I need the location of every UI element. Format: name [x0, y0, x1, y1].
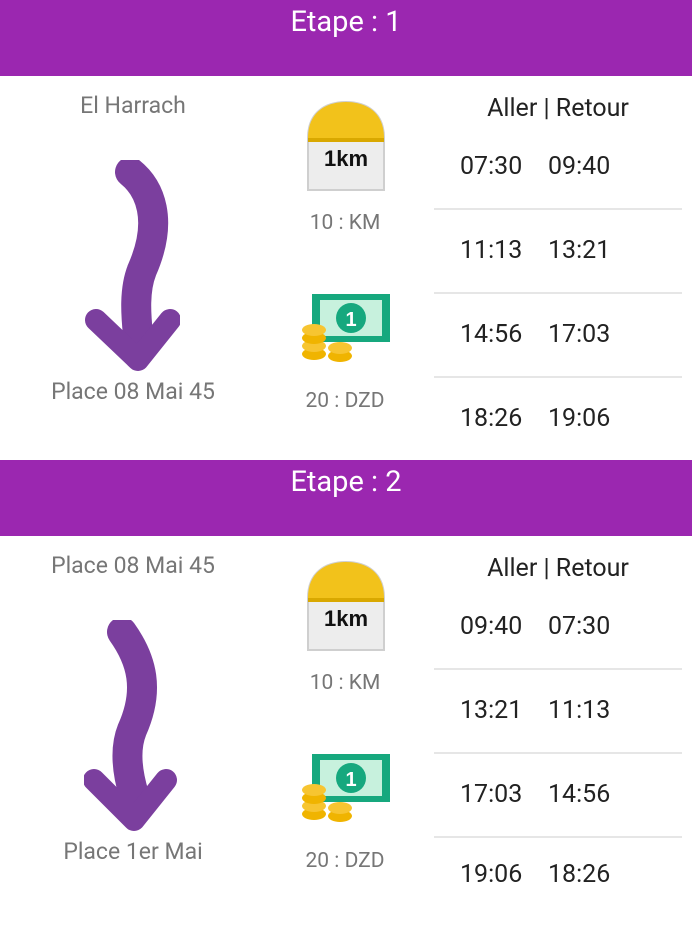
aller-time: 17:03	[460, 780, 523, 809]
stage-card-1: Etape : 1 El Harrach Place 08 Mai 45 1km…	[0, 0, 692, 458]
retour-time: 14:56	[548, 780, 611, 809]
stage-card-2: Etape : 2 Place 08 Mai 45 Place 1er Mai …	[0, 460, 692, 914]
row-divider	[434, 376, 682, 378]
row-divider	[434, 208, 682, 210]
schedule-header: Aller | Retour	[487, 94, 629, 123]
stage-header: Etape : 2	[0, 460, 692, 536]
stage-title: Etape : 1	[290, 5, 402, 39]
direction-arrow-icon	[84, 620, 177, 831]
retour-time: 09:40	[548, 152, 611, 181]
milestone-icon: 1km	[307, 560, 385, 651]
row-divider	[434, 836, 682, 838]
retour-time: 13:21	[548, 236, 611, 265]
retour-time: 18:26	[548, 860, 611, 889]
schedule-row: 19:06 18:26	[434, 846, 682, 930]
destination-label: Place 08 Mai 45	[51, 378, 215, 405]
aller-time: 07:30	[460, 152, 523, 181]
aller-time: 14:56	[460, 320, 523, 349]
row-divider	[434, 292, 682, 294]
retour-time: 19:06	[548, 404, 611, 433]
distance-label: 10 : KM	[309, 671, 381, 695]
destination-label: Place 1er Mai	[63, 838, 203, 865]
schedule-header: Aller | Retour	[487, 554, 629, 583]
milestone-icon: 1km	[307, 100, 385, 191]
aller-time: 18:26	[460, 404, 523, 433]
aller-time: 13:21	[460, 696, 523, 725]
stage-title: Etape : 2	[290, 465, 402, 499]
svg-text:1km: 1km	[324, 606, 368, 631]
distance-label: 10 : KM	[309, 211, 381, 235]
retour-time: 07:30	[548, 612, 611, 641]
svg-text:1km: 1km	[324, 146, 368, 171]
price-label: 20 : DZD	[305, 389, 385, 413]
banknote-coins-icon: 1	[302, 294, 390, 362]
direction-arrow-icon	[85, 160, 180, 371]
aller-time: 19:06	[460, 860, 523, 889]
stage-header: Etape : 1	[0, 0, 692, 76]
row-divider	[434, 668, 682, 670]
svg-text:1: 1	[345, 769, 356, 791]
retour-time: 11:13	[548, 696, 611, 725]
price-label: 20 : DZD	[305, 849, 385, 873]
aller-time: 11:13	[460, 236, 523, 265]
svg-text:1: 1	[345, 309, 356, 331]
aller-time: 09:40	[460, 612, 523, 641]
origin-label: El Harrach	[80, 92, 186, 119]
row-divider	[434, 752, 682, 754]
origin-label: Place 08 Mai 45	[51, 552, 215, 579]
retour-time: 17:03	[548, 320, 611, 349]
banknote-coins-icon: 1	[302, 754, 390, 822]
